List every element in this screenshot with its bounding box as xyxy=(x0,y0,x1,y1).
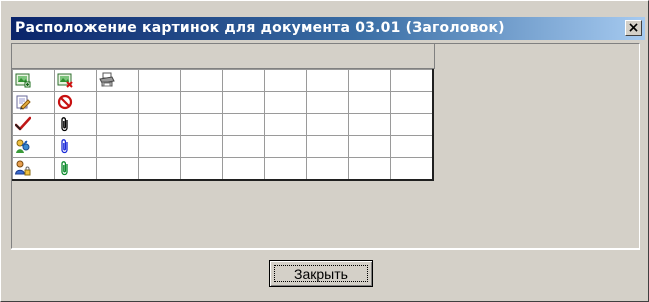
grid-cell[interactable] xyxy=(138,113,181,136)
grid-cell[interactable] xyxy=(348,135,391,158)
grid-cell[interactable] xyxy=(180,69,223,92)
grid-row xyxy=(12,69,434,92)
grid-cell[interactable] xyxy=(390,157,434,181)
picture-grid xyxy=(12,69,434,181)
grid-cell[interactable] xyxy=(138,157,181,181)
grid-cell[interactable] xyxy=(54,135,97,158)
user-lock-icon xyxy=(14,160,31,176)
grid-cell[interactable] xyxy=(12,135,55,158)
grid-cell[interactable] xyxy=(12,113,55,136)
grid-header-strip xyxy=(12,44,435,69)
grid-cell[interactable] xyxy=(390,135,434,158)
picture-layout-panel xyxy=(11,43,640,249)
paperclip-blue-icon xyxy=(57,138,73,154)
grid-row xyxy=(12,113,434,136)
grid-cell[interactable] xyxy=(306,91,349,114)
paperclip-green-icon xyxy=(57,160,73,176)
grid-row xyxy=(12,91,434,114)
printer-icon xyxy=(99,72,115,88)
grid-row xyxy=(12,157,434,181)
title-bar[interactable]: Расположение картинок для документа 03.0… xyxy=(11,17,645,40)
grid-cell[interactable] xyxy=(96,157,139,181)
grid-cell[interactable] xyxy=(54,69,97,92)
grid-cell[interactable] xyxy=(264,91,307,114)
dialog-window: Расположение картинок для документа 03.0… xyxy=(0,0,649,302)
image-delete-icon xyxy=(57,72,73,88)
grid-cell[interactable] xyxy=(348,69,391,92)
grid-cell[interactable] xyxy=(222,91,265,114)
grid-cell[interactable] xyxy=(348,113,391,136)
grid-cell[interactable] xyxy=(180,91,223,114)
grid-cell[interactable] xyxy=(390,113,434,136)
grid-cell[interactable] xyxy=(138,91,181,114)
focus-rectangle xyxy=(274,265,368,282)
grid-cell[interactable] xyxy=(138,69,181,92)
grid-cell[interactable] xyxy=(54,91,97,114)
grid-cell[interactable] xyxy=(96,69,139,92)
checkmark-icon xyxy=(14,116,32,132)
grid-cell[interactable] xyxy=(180,113,223,136)
grid-cell[interactable] xyxy=(96,113,139,136)
grid-cell[interactable] xyxy=(54,113,97,136)
grid-cell[interactable] xyxy=(306,69,349,92)
image-add-icon xyxy=(15,72,31,88)
grid-cell[interactable] xyxy=(390,69,434,92)
people-swap-icon xyxy=(15,138,31,154)
grid-cell[interactable] xyxy=(180,157,223,181)
grid-cell[interactable] xyxy=(96,91,139,114)
grid-cell[interactable] xyxy=(264,135,307,158)
grid-cell[interactable] xyxy=(96,135,139,158)
window-title: Расположение картинок для документа 03.0… xyxy=(15,20,505,36)
grid-cell[interactable] xyxy=(12,69,55,92)
close-icon[interactable]: × xyxy=(625,20,642,36)
grid-cell[interactable] xyxy=(348,91,391,114)
grid-cell[interactable] xyxy=(12,91,55,114)
grid-row xyxy=(12,135,434,158)
grid-cell[interactable] xyxy=(390,91,434,114)
grid-cell[interactable] xyxy=(306,157,349,181)
grid-cell[interactable] xyxy=(222,113,265,136)
footer-divider xyxy=(11,249,640,250)
grid-cell[interactable] xyxy=(180,135,223,158)
grid-cell[interactable] xyxy=(12,157,55,181)
forbidden-icon xyxy=(57,94,73,110)
grid-cell[interactable] xyxy=(264,113,307,136)
grid-cell[interactable] xyxy=(306,113,349,136)
grid-cell[interactable] xyxy=(222,69,265,92)
grid-cell[interactable] xyxy=(54,157,97,181)
grid-cell[interactable] xyxy=(306,135,349,158)
grid-cell[interactable] xyxy=(348,157,391,181)
grid-cell[interactable] xyxy=(264,69,307,92)
grid-cell[interactable] xyxy=(222,135,265,158)
grid-cell[interactable] xyxy=(264,157,307,181)
grid-cell[interactable] xyxy=(222,157,265,181)
edit-document-icon xyxy=(15,94,31,110)
paperclip-black-icon xyxy=(57,116,73,132)
grid-cell[interactable] xyxy=(138,135,181,158)
close-button[interactable]: Закрыть xyxy=(269,260,373,287)
